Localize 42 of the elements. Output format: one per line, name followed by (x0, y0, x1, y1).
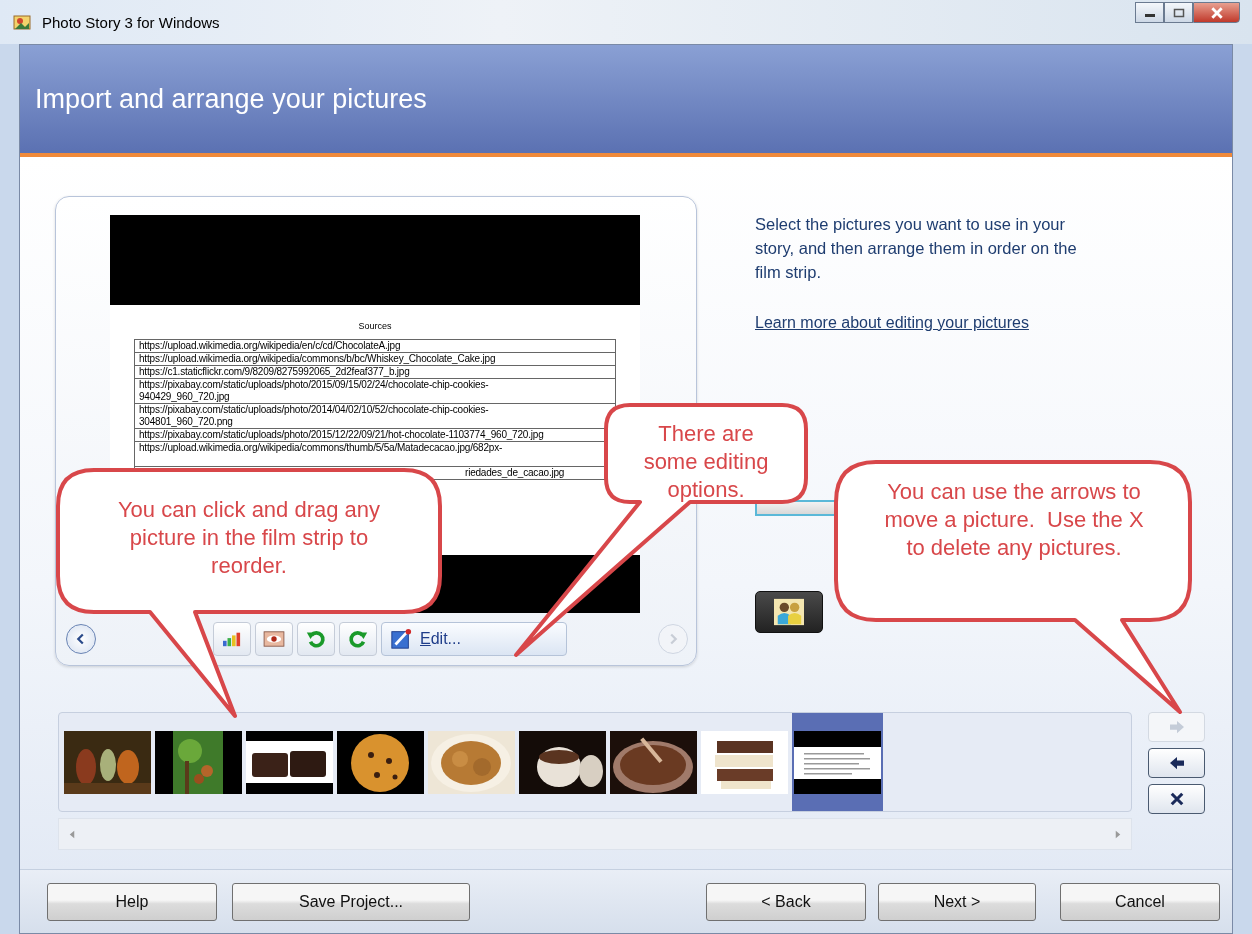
document-heading: Sources (358, 321, 392, 331)
dialog-button[interactable]: Save Project... (232, 882, 470, 921)
table-cell: https://c1.staticflickr.com/9/8209/8275992065_2d2feaf377_b.jpg (135, 366, 615, 379)
rotate-right-button[interactable] (339, 622, 377, 656)
arrow-right-icon (1167, 720, 1186, 734)
edit-button[interactable]: Edit... (381, 622, 567, 656)
document-thumbnail[interactable] (794, 730, 881, 794)
people-picture-button[interactable] (755, 591, 823, 633)
table-cell-text: riedades_de_cacao.jpg (464, 467, 566, 479)
callout-text: There are some editing options. (642, 420, 770, 504)
dialog-button[interactable]: Cancel (1060, 882, 1220, 921)
delete-button[interactable] (1148, 784, 1205, 814)
minimize-button[interactable] (1135, 2, 1164, 23)
rotate-left-icon (305, 628, 327, 650)
previous-button[interactable] (66, 624, 96, 654)
close-button[interactable] (1193, 2, 1240, 23)
levels-button[interactable] (213, 622, 251, 656)
page-title: Import and arrange your pictures (35, 83, 427, 115)
pencil-icon (390, 628, 412, 650)
callout-text: You can use the arrows to move a picture. Use the X to delete any pictures. (883, 478, 1145, 562)
dialog-button[interactable]: < Back (706, 882, 866, 921)
dialog-button[interactable]: Help (47, 882, 217, 921)
dialog-button[interactable]: Next > (878, 882, 1036, 921)
learn-more-link[interactable]: Learn more about editing your pictures (755, 314, 1029, 332)
callout-text: You can click and drag any picture in the film strip to reorder. (116, 496, 382, 580)
eye-button[interactable] (255, 622, 293, 656)
app-icon (12, 12, 32, 32)
table-cell: https://upload.wikimedia.org/wikipedia/en/c/cd/ChocolateA.jpg (135, 340, 615, 353)
rotate-left-button[interactable] (297, 622, 335, 656)
maximize-icon (1172, 7, 1185, 18)
minimize-icon (1144, 14, 1155, 17)
x-icon (1169, 792, 1184, 806)
maximize-button[interactable] (1164, 2, 1193, 23)
close-icon (1209, 6, 1224, 19)
thumbnail-highlight[interactable] (792, 713, 883, 811)
rotate-right-icon (347, 628, 369, 650)
eye-icon (263, 630, 285, 648)
window-title: Photo Story 3 for Windows (42, 14, 220, 31)
arrow-button[interactable] (1148, 748, 1205, 778)
instructions-text: Select the pictures you want to use in your story, and then arrange them in order on the film strip. (755, 214, 1078, 283)
table-cell: https://upload.wikimedia.org/wikipedia/commons/b/bc/Whiskey_Chocolate_Cake.jpg (135, 353, 615, 366)
bar-chart-icon (221, 630, 243, 648)
